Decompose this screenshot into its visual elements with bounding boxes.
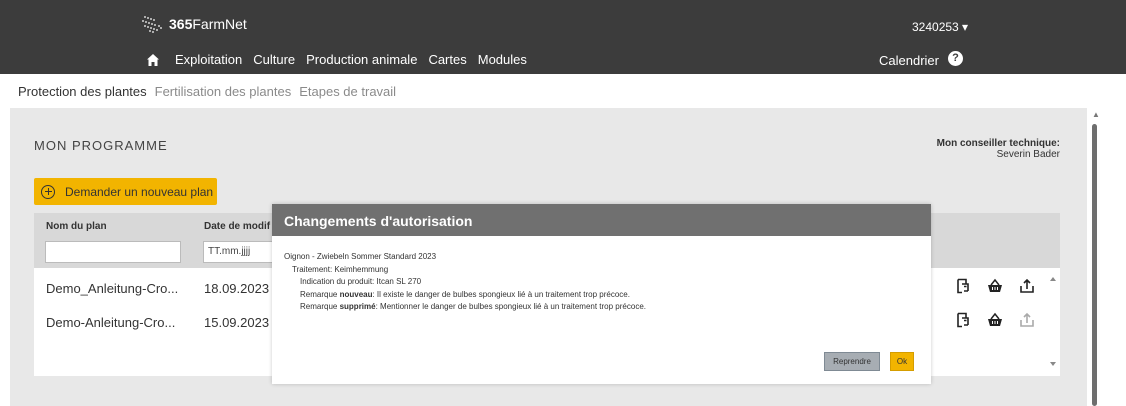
brand-logo[interactable]: 365FarmNet (139, 14, 247, 34)
column-header-plan-name[interactable]: Nom du plan (46, 221, 107, 232)
plan-name-cell[interactable]: Demo_Anleitung-Cro... (46, 281, 178, 296)
basket-icon[interactable] (987, 278, 1003, 294)
date-filter-input[interactable]: TT.mm.jjjj (203, 241, 273, 263)
document-icon[interactable] (954, 312, 970, 328)
request-new-plan-button[interactable]: Demander un nouveau plan (34, 178, 217, 205)
tab-protection-des-plantes[interactable]: Protection des plantes (18, 84, 147, 110)
request-new-plan-label: Demander un nouveau plan (65, 184, 214, 199)
plan-name-cell[interactable]: Demo-Anleitung-Cro... (46, 315, 175, 330)
page-title: MON PROGRAMME (34, 138, 168, 153)
tab-fertilisation-des-plantes[interactable]: Fertilisation des plantes (155, 84, 292, 110)
new-remark-line: Remarque nouveau: Il existe le danger de… (300, 289, 630, 299)
home-icon[interactable] (146, 53, 160, 67)
plan-name-filter-input[interactable] (45, 241, 181, 263)
scroll-up-arrow-icon[interactable]: ▲ (1090, 110, 1102, 120)
deleted-remark-line: Remarque supprimé: Mentionner le danger … (300, 302, 646, 311)
nav-item-cartes[interactable]: Cartes (428, 52, 466, 67)
crop-plan-line: Oignon - Zwiebeln Sommer Standard 2023 (284, 252, 437, 261)
treatment-line: Traitement: Keimhemmung (292, 264, 389, 274)
column-header-modification-date[interactable]: Date de modif (204, 221, 270, 232)
account-menu[interactable]: 3240253 ▾ (912, 20, 968, 34)
nav-item-modules[interactable]: Modules (478, 52, 527, 67)
brand-name: 365FarmNet (169, 16, 247, 32)
dialog-title: Changements d'autorisation (272, 204, 931, 236)
main-nav: Exploitation Culture Production animale … (146, 52, 538, 67)
advisor-label: Mon conseiller technique: (936, 138, 1060, 149)
top-navigation-bar: 365FarmNet 3240253 ▾ Exploitation Cultur… (0, 0, 1126, 74)
sub-tabs: Protection des plantes Fertilisation des… (18, 84, 404, 110)
export-icon[interactable] (1019, 278, 1035, 294)
nav-item-culture[interactable]: Culture (253, 52, 295, 67)
calendar-link[interactable]: Calendrier (879, 53, 939, 68)
dialog-body: Oignon - Zwiebeln Sommer Standard 2023 T… (272, 236, 931, 314)
plus-circle-icon (41, 184, 55, 199)
page-scrollbar[interactable] (1092, 124, 1097, 406)
modification-date-cell: 15.09.2023 (204, 315, 270, 330)
export-icon-disabled (1020, 312, 1034, 327)
product-indication-line: Indication du produit: Itcan SL 270 (300, 277, 422, 286)
farm-logo-icon (142, 16, 162, 33)
authorization-changes-dialog: Changements d'autorisation Oignon - Zwie… (272, 204, 931, 384)
reprendre-button[interactable]: Reprendre (824, 352, 880, 371)
table-scrollbar[interactable] (1046, 268, 1060, 376)
document-icon[interactable] (954, 278, 970, 294)
technical-advisor: Mon conseiller technique: Severin Bader (937, 138, 1060, 160)
help-icon[interactable]: ? (948, 51, 963, 66)
advisor-name: Severin Bader (996, 149, 1060, 160)
tab-etapes-de-travail[interactable]: Etapes de travail (299, 84, 396, 110)
ok-button[interactable]: Ok (890, 352, 914, 371)
nav-item-exploitation[interactable]: Exploitation (175, 52, 242, 67)
modification-date-cell: 18.09.2023 (204, 281, 270, 296)
nav-item-production-animale[interactable]: Production animale (306, 52, 417, 67)
basket-icon[interactable] (987, 312, 1003, 328)
